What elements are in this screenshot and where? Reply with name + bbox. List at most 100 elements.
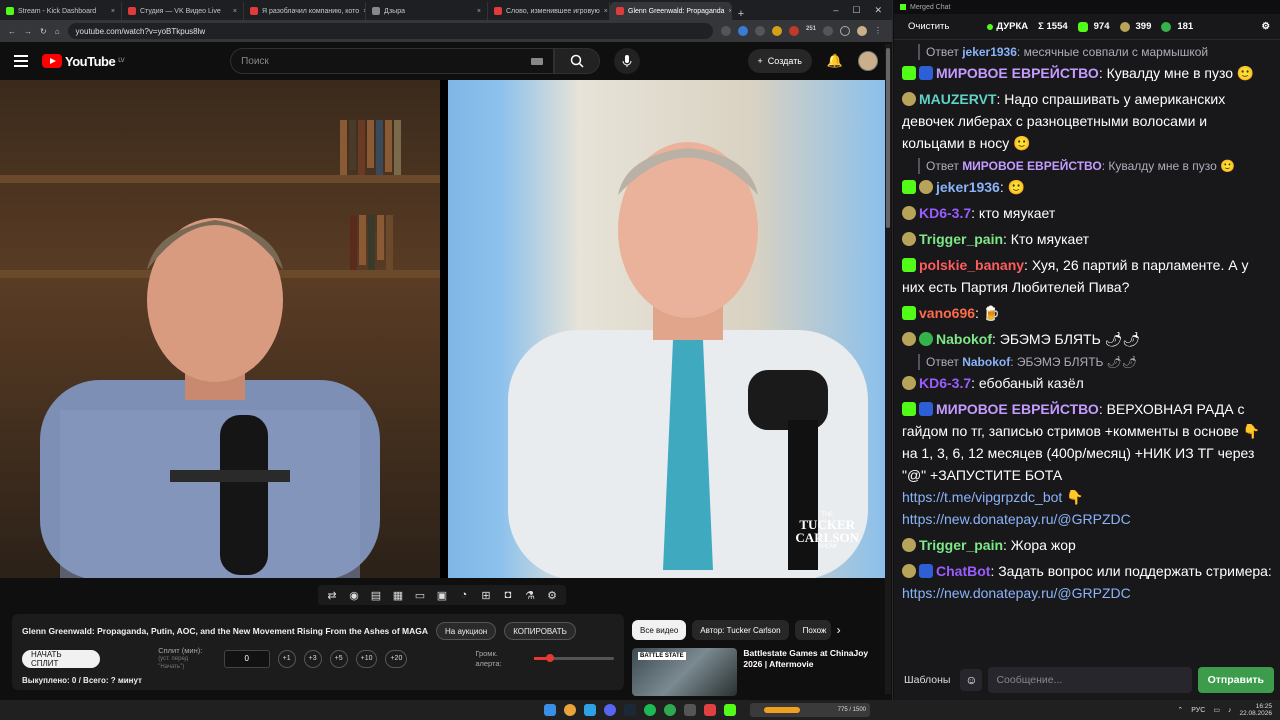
language-indicator[interactable]: РУС <box>1191 707 1205 714</box>
create-button[interactable]: + Создать <box>747 49 812 73</box>
extension-icon[interactable] <box>788 26 799 36</box>
close-window-icon[interactable]: ✕ <box>874 5 882 16</box>
alert-volume-slider[interactable] <box>534 654 614 663</box>
spotify-icon[interactable] <box>644 704 656 716</box>
copy-button[interactable]: КОПИРОВАТЬ <box>504 622 576 640</box>
discord-icon[interactable] <box>604 704 616 716</box>
reply-username[interactable]: jeker1936 <box>962 45 1017 59</box>
close-icon[interactable]: × <box>604 8 608 15</box>
start-split-button[interactable]: НАЧАТЬ СПЛИТ <box>22 649 101 668</box>
chat-username[interactable]: Nabokof <box>936 331 992 347</box>
close-icon[interactable]: × <box>111 8 115 15</box>
app-icon[interactable] <box>684 704 696 716</box>
app-icon[interactable] <box>664 704 676 716</box>
steam-icon[interactable] <box>624 704 636 716</box>
chat-username[interactable]: Trigger_pain <box>919 231 1003 247</box>
new-tab-icon[interactable]: + <box>732 8 750 20</box>
related-video-title[interactable]: Battlestate Games at ChinaJoy 2026 | Aft… <box>743 648 882 696</box>
browser-tab[interactable]: Дзыра × <box>366 2 488 20</box>
extension-icon[interactable] <box>720 26 731 36</box>
chat-username[interactable]: KD6-3.7 <box>919 205 971 221</box>
chat-username[interactable]: Trigger_pain <box>919 537 1003 553</box>
chip-author[interactable]: Автор: Tucker Carlson <box>692 620 789 640</box>
frame-icon[interactable]: ▭ <box>412 587 428 603</box>
video-player[interactable]: THE TUCKER CARLSON SHOW <box>0 80 885 578</box>
browser-tab[interactable]: Студия — VK Видео Live × <box>122 2 244 20</box>
network-icon[interactable]: ▭ <box>1213 706 1220 714</box>
edge-icon[interactable] <box>584 704 596 716</box>
menu-icon[interactable]: ⋮ <box>874 26 884 36</box>
browser-tab[interactable]: Stream - Kick Dashboard × <box>0 2 122 20</box>
step-button[interactable]: +10 <box>355 649 378 668</box>
browser-tab-active[interactable]: Glenn Greenwald: Propaganda× <box>610 2 732 20</box>
forward-icon[interactable]: → <box>24 27 32 36</box>
keyboard-icon[interactable] <box>531 57 544 65</box>
notifications-icon[interactable]: 🔔 <box>826 53 844 69</box>
chat-username[interactable]: KD6-3.7 <box>919 375 971 391</box>
chat-username[interactable]: MAUZERVT <box>919 91 997 107</box>
hamburger-icon[interactable] <box>14 55 28 67</box>
maximize-icon[interactable]: ☐ <box>852 5 860 16</box>
chat-username[interactable]: polskie_banany <box>919 257 1024 273</box>
step-button[interactable]: +1 <box>277 649 296 668</box>
settings-icon[interactable]: ⚙ <box>544 587 560 603</box>
chat-username[interactable]: ChatBot <box>936 563 990 579</box>
related-video-item[interactable]: BATTLE STATE Battlestate Games at ChinaJ… <box>632 648 882 696</box>
add-icon[interactable]: ⊞ <box>478 587 494 603</box>
settings-icon[interactable]: ⚙ <box>1261 21 1270 32</box>
split-minutes-input[interactable]: 0 <box>223 649 270 668</box>
chat-username[interactable]: МИРОВОЕ ЕВРЕЙСТВО <box>936 65 1099 81</box>
avatar[interactable] <box>858 51 878 71</box>
kick-icon[interactable] <box>724 704 736 716</box>
chat-username[interactable]: vano696 <box>919 305 975 321</box>
close-icon[interactable]: × <box>477 8 481 15</box>
reply-username[interactable]: Nabokof <box>962 355 1010 369</box>
step-button[interactable]: +3 <box>303 649 322 668</box>
send-button[interactable]: Отправить <box>1197 667 1274 693</box>
back-icon[interactable]: ← <box>8 27 16 36</box>
chat-link[interactable]: https://t.me/vipgrpzdc_bot 👇 <box>902 489 1084 505</box>
video-thumbnail[interactable]: BATTLE STATE <box>632 648 738 696</box>
reload-icon[interactable]: ↻ <box>40 27 47 36</box>
home-icon[interactable]: ⌂ <box>55 27 60 36</box>
youtube-logo[interactable]: YouTube LV <box>42 54 125 69</box>
extension-icon[interactable] <box>823 26 833 36</box>
step-button[interactable]: +5 <box>329 649 348 668</box>
clear-chat-button[interactable]: Очистить <box>904 21 953 32</box>
browser-tab[interactable]: Я разоблачил компанию, кото× <box>244 2 366 20</box>
page-scrollbar[interactable] <box>885 44 891 694</box>
clock[interactable]: 16:25 22.08.2026 <box>1239 703 1272 717</box>
chat-username[interactable]: МИРОВОЕ ЕВРЕЙСТВО <box>936 401 1099 417</box>
auction-button[interactable]: На аукцион <box>436 622 497 640</box>
reply-username[interactable]: МИРОВОЕ ЕВРЕЙСТВО <box>962 159 1102 173</box>
subtitle-icon[interactable]: ▤ <box>368 587 384 603</box>
audio-icon[interactable]: ◉ <box>346 587 362 603</box>
profile-icon[interactable] <box>857 26 867 36</box>
extension-icon[interactable] <box>754 26 765 36</box>
download-icon[interactable] <box>840 26 850 36</box>
chat-link[interactable]: https://new.donatepay.ru/@GRPZDC <box>902 511 1131 527</box>
loop-icon[interactable]: ⇄ <box>324 587 340 603</box>
extension-icon[interactable] <box>771 26 782 36</box>
chat-username[interactable]: jeker1936 <box>936 179 1000 195</box>
chat-link[interactable]: https://new.donatepay.ru/@GRPZDC <box>902 585 1131 601</box>
volume-icon[interactable]: ♪ <box>1228 707 1232 714</box>
flask-icon[interactable]: ⚗ <box>522 587 538 603</box>
search-button[interactable] <box>554 48 601 74</box>
templates-button[interactable]: Шаблоны <box>900 674 954 686</box>
emoji-icon[interactable]: ☺ <box>960 669 983 691</box>
chevron-right-icon[interactable]: › <box>837 623 841 637</box>
url-field[interactable]: youtube.com/watch?v=yoBTkpus8lw <box>67 23 713 39</box>
speed-icon[interactable]: ◔ <box>456 587 472 603</box>
search-input[interactable]: Поиск <box>230 48 555 74</box>
app-icon[interactable] <box>704 704 716 716</box>
extension-icon[interactable] <box>737 26 748 36</box>
chrome-icon[interactable] <box>564 704 576 716</box>
step-button[interactable]: +20 <box>385 649 408 668</box>
voice-search-button[interactable] <box>614 48 641 74</box>
minimize-icon[interactable]: – <box>833 5 838 16</box>
chip-similar[interactable]: Похож <box>794 620 831 640</box>
picture-icon[interactable]: ▣ <box>434 587 450 603</box>
message-input[interactable]: Сообщение... <box>988 667 1192 693</box>
close-icon[interactable]: × <box>233 8 237 15</box>
